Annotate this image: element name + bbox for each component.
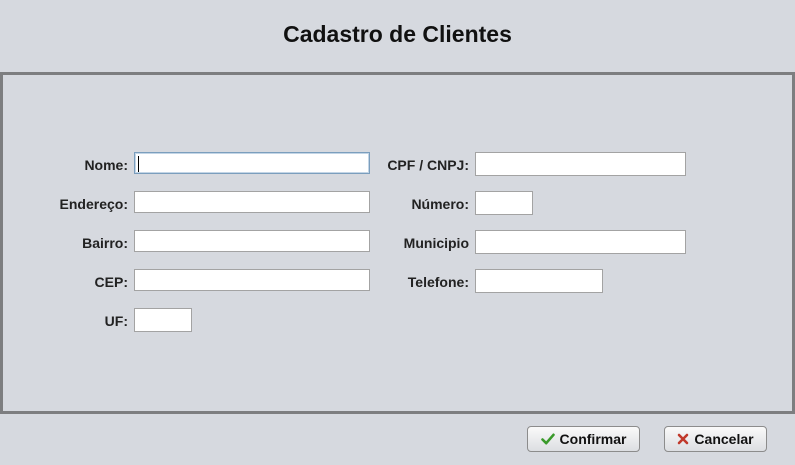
window-title: Cadastro de Clientes: [283, 21, 512, 47]
uf-input[interactable]: [134, 308, 192, 332]
bairro-input[interactable]: [134, 230, 370, 252]
confirmar-button[interactable]: Confirmar: [527, 426, 640, 452]
text-caret: [138, 156, 139, 172]
numero-label: Número:: [411, 196, 469, 212]
bairro-label: Bairro:: [82, 235, 128, 251]
municipio-label: Municipio: [403, 235, 469, 251]
numero-input[interactable]: [475, 191, 533, 215]
cep-input[interactable]: [134, 269, 370, 291]
confirmar-label: Confirmar: [559, 431, 627, 447]
endereco-input[interactable]: [134, 191, 370, 213]
nome-input[interactable]: [134, 152, 370, 174]
cep-label: CEP:: [94, 274, 128, 290]
cancelar-label: Cancelar: [694, 431, 754, 447]
uf-label: UF:: [104, 313, 128, 329]
municipio-input[interactable]: [475, 230, 686, 254]
cpf-cnpj-input[interactable]: [475, 152, 686, 176]
check-icon: [540, 432, 555, 446]
close-icon: [677, 433, 689, 445]
nome-label: Nome:: [84, 157, 128, 173]
cpf-cnpj-label: CPF / CNPJ:: [387, 157, 469, 173]
telefone-input[interactable]: [475, 269, 603, 293]
endereco-label: Endereço:: [59, 196, 128, 212]
telefone-label: Telefone:: [407, 274, 469, 290]
cancelar-button[interactable]: Cancelar: [664, 426, 767, 452]
